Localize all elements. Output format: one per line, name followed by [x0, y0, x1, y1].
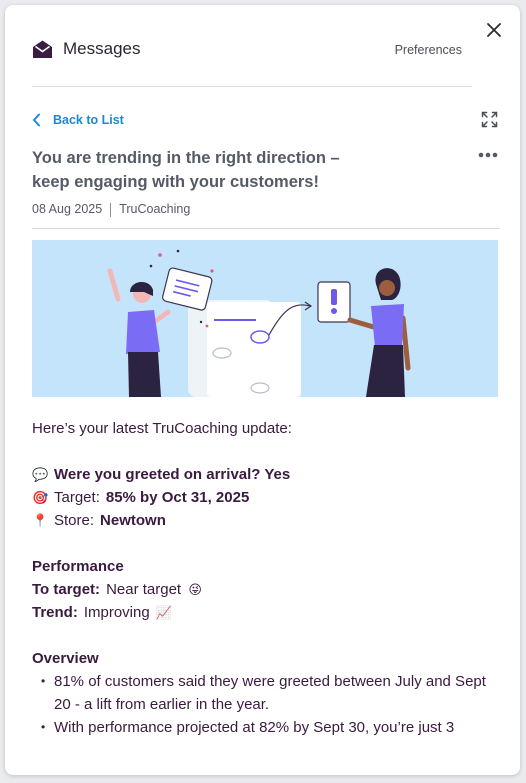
target-icon: 🎯: [32, 490, 49, 505]
question-line: 💬 Were you greeted on arrival? Yes: [32, 463, 502, 486]
close-icon[interactable]: [486, 22, 502, 38]
store-value: Newtown: [100, 512, 166, 529]
store-line: 📍 Store: Newtown: [32, 509, 502, 532]
back-to-list-button[interactable]: Back to List: [32, 113, 124, 127]
message-banner-illustration: [32, 240, 498, 397]
pin-icon: 📍: [32, 513, 49, 528]
message-title: You are trending in the right direction …: [32, 149, 340, 191]
target-value: 85% by Oct 31, 2025: [105, 489, 250, 506]
meta-divider: [110, 203, 112, 217]
message-date: 08 Aug 2025: [32, 202, 103, 216]
expand-icon[interactable]: [481, 111, 498, 128]
messages-header: Messages Preferences: [32, 35, 472, 87]
more-horizontal-icon[interactable]: [478, 152, 498, 158]
trend-line: Trend: Improving 📈: [32, 601, 502, 624]
back-row: Back to List: [32, 111, 500, 128]
to-target-label: To target:: [32, 581, 101, 598]
to-target-value: Near target: [106, 581, 182, 598]
target-line: 🎯 Target: 85% by Oct 31, 2025: [32, 486, 502, 509]
overview-heading: Overview: [32, 650, 99, 667]
trend-label: Trend:: [32, 604, 78, 621]
to-target-line: To target: Near target 😜: [32, 578, 502, 601]
speech-bubble-icon: 💬: [32, 467, 49, 482]
question-text: Were you greeted on arrival? Yes: [54, 466, 291, 483]
message-intro: Here’s your latest TruCoaching update:: [32, 420, 292, 437]
envelope-open-icon: [33, 40, 52, 58]
message-source: TruCoaching: [119, 202, 191, 216]
target-label: Target:: [54, 489, 100, 506]
message-meta: 08 Aug 2025 TruCoaching: [32, 202, 500, 229]
chevron-left-icon: [32, 113, 40, 126]
message-body: Here’s your latest TruCoaching update: 💬…: [32, 417, 502, 739]
list-item: With performance projected at 82% by Sep…: [41, 716, 502, 739]
list-item: 81% of customers said they were greeted …: [41, 670, 502, 716]
store-label: Store:: [54, 512, 95, 529]
performance-heading: Performance: [32, 558, 124, 575]
preferences-link[interactable]: Preferences: [395, 43, 462, 57]
winking-face-icon: 😜: [188, 582, 202, 597]
messages-panel: Messages Preferences Back to List You ar…: [5, 5, 520, 775]
trend-value: Improving: [83, 604, 150, 621]
chart-increasing-icon: 📈: [155, 605, 172, 620]
header-title: Messages: [63, 39, 141, 58]
message-title-row: You are trending in the right direction …: [32, 146, 502, 194]
overview-list: 81% of customers said they were greeted …: [32, 670, 502, 739]
back-to-list-label: Back to List: [53, 112, 124, 127]
